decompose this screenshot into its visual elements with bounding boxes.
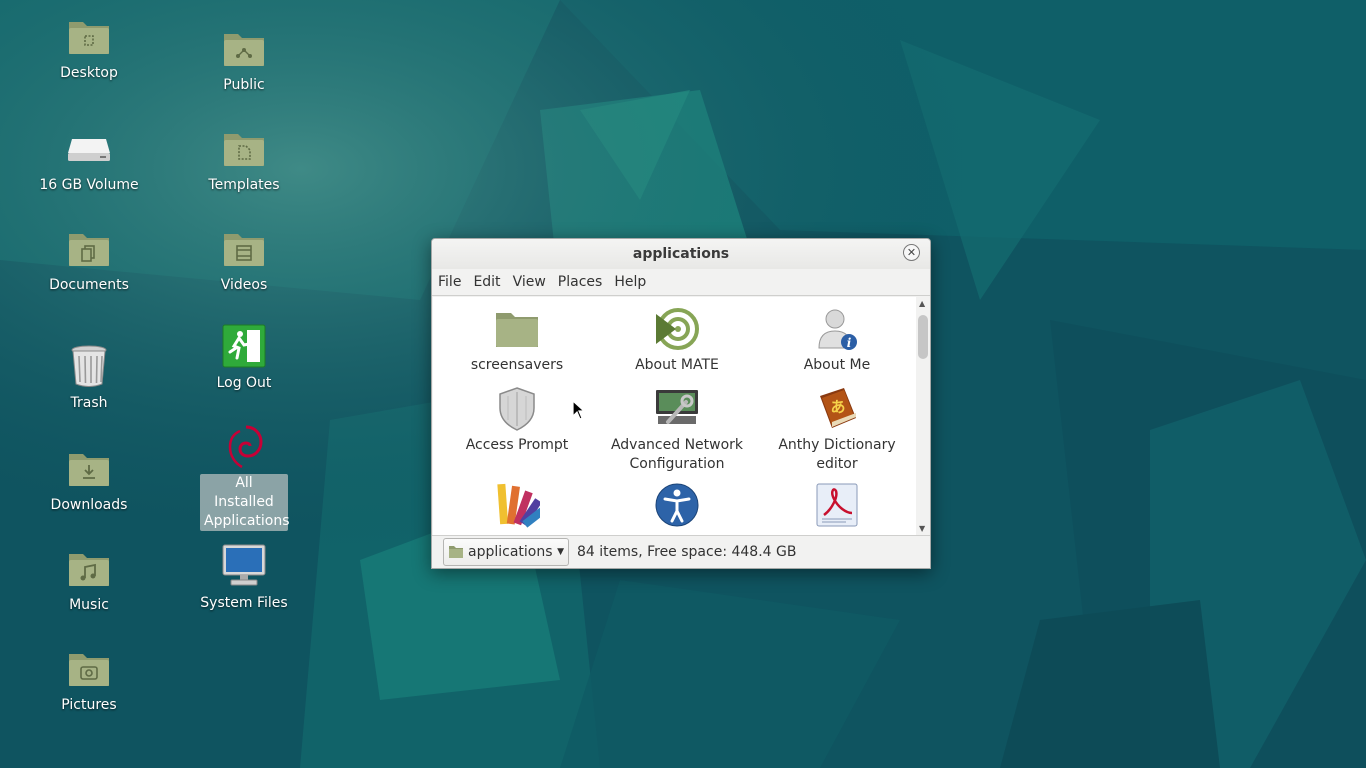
file-item-label: Access Prompt — [465, 437, 569, 453]
menu-edit[interactable]: Edit — [467, 274, 506, 290]
desktop-icon-label: Documents — [49, 277, 129, 293]
file-item-accessibility[interactable] — [597, 481, 757, 532]
menubar: File Edit View Places Help — [432, 269, 930, 296]
debian-swirl-icon — [220, 422, 268, 470]
file-item-label: screensavers — [470, 357, 564, 373]
file-item-advanced-network-configuration[interactable]: Advanced Network Configuration — [597, 385, 757, 474]
menu-places[interactable]: Places — [552, 274, 609, 290]
desktop-icon-music[interactable]: Music — [34, 544, 144, 615]
menu-view[interactable]: View — [507, 274, 552, 290]
desktop-icon-trash[interactable]: Trash — [34, 342, 144, 413]
desktop-icon-desktop[interactable]: Desktop — [34, 12, 144, 83]
accessibility-icon — [653, 481, 701, 529]
folder-public-icon — [220, 24, 268, 72]
scrollbar-thumb[interactable] — [918, 315, 928, 359]
file-item-label: Anthy Dictionary editor — [778, 437, 896, 472]
chevron-down-icon: ▼ — [557, 547, 564, 557]
desktop-icon-label: 16 GB Volume — [39, 177, 139, 193]
file-icon-view[interactable]: screensavers About MATE i About Me Acces… — [433, 297, 916, 535]
statusbar: applications ▼ 84 items, Free space: 448… — [432, 535, 930, 568]
close-button[interactable]: ✕ — [903, 244, 920, 261]
window-title: applications — [632, 246, 730, 262]
close-icon: ✕ — [906, 246, 917, 259]
folder-icon — [449, 546, 463, 558]
folder-pictures-icon — [65, 644, 113, 692]
desktop-icon-label: Downloads — [50, 497, 128, 513]
folder-desktop-icon — [65, 12, 113, 60]
file-item-screensavers[interactable]: screensavers — [437, 305, 597, 375]
user-info-icon: i — [813, 305, 861, 353]
folder-icon — [493, 305, 541, 353]
desktop-icon-label: Log Out — [216, 375, 272, 391]
logout-icon — [220, 322, 268, 370]
desktop-icon-label: Videos — [220, 277, 268, 293]
mouse-cursor-icon — [572, 400, 586, 420]
vertical-scrollbar[interactable]: ▲ ▼ — [916, 297, 930, 535]
desktop-icon-downloads[interactable]: Downloads — [34, 444, 144, 515]
location-label: applications — [468, 544, 553, 560]
folder-templates-icon — [220, 124, 268, 172]
file-item-label: Advanced Network Configuration — [610, 437, 744, 472]
desktop-icon-label: Public — [223, 77, 265, 93]
drive-icon — [65, 124, 113, 172]
folder-videos-icon — [220, 224, 268, 272]
network-config-icon — [653, 385, 701, 433]
desktop-icon-label: Trash — [70, 395, 108, 411]
desktop-icon-pictures[interactable]: Pictures — [34, 644, 144, 715]
svg-text:あ: あ — [830, 398, 845, 416]
folder-music-icon — [65, 544, 113, 592]
trash-icon — [65, 342, 113, 390]
file-manager-window[interactable]: applications ✕ File Edit View Places Hel… — [431, 238, 931, 569]
desktop-icon-templates[interactable]: Templates — [189, 124, 299, 195]
desktop-icon-system-files[interactable]: System Files — [189, 542, 299, 613]
desktop-icon-label: Desktop — [60, 65, 118, 81]
file-item-label: About MATE — [635, 357, 719, 373]
desktop-icon-videos[interactable]: Videos — [189, 224, 299, 295]
desktop-icon-log-out[interactable]: Log Out — [189, 322, 299, 393]
location-dropdown-button[interactable]: applications ▼ — [443, 538, 569, 566]
file-item-color-palette[interactable] — [437, 481, 597, 532]
file-item-label: About Me — [803, 357, 871, 373]
dictionary-book-icon: あ — [813, 385, 861, 433]
desktop-icon-label: Music — [69, 597, 109, 613]
pdf-reader-icon — [813, 481, 861, 529]
file-item-pdf-reader[interactable] — [757, 481, 916, 532]
desktop-icon-label: Templates — [208, 177, 280, 193]
file-item-about-me[interactable]: i About Me — [757, 305, 916, 375]
color-palette-icon — [493, 481, 541, 529]
window-titlebar[interactable]: applications ✕ — [432, 239, 930, 269]
menu-help[interactable]: Help — [608, 274, 652, 290]
desktop-icon-public[interactable]: Public — [189, 24, 299, 95]
folder-documents-icon — [65, 224, 113, 272]
desktop-icon-label: Pictures — [61, 697, 117, 713]
file-item-access-prompt[interactable]: Access Prompt — [437, 385, 597, 455]
shield-icon — [493, 385, 541, 433]
desktop-icon-16gb-volume[interactable]: 16 GB Volume — [34, 124, 144, 195]
menu-file[interactable]: File — [432, 274, 467, 290]
desktop-icon-documents[interactable]: Documents — [34, 224, 144, 295]
computer-icon — [220, 542, 268, 590]
scroll-down-icon[interactable]: ▼ — [919, 524, 925, 533]
desktop-icon-label: All Installed Applications — [200, 474, 290, 531]
status-text: 84 items, Free space: 448.4 GB — [577, 544, 797, 560]
folder-downloads-icon — [65, 444, 113, 492]
file-item-anthy-dictionary-editor[interactable]: あ Anthy Dictionary editor — [757, 385, 916, 474]
svg-text:i: i — [847, 336, 852, 350]
desktop-icon-all-installed-applications[interactable]: All Installed Applications — [189, 422, 299, 531]
mate-logo-icon — [653, 305, 701, 353]
desktop-icon-label: System Files — [200, 595, 288, 611]
scroll-up-icon[interactable]: ▲ — [919, 299, 925, 308]
file-item-about-mate[interactable]: About MATE — [597, 305, 757, 375]
